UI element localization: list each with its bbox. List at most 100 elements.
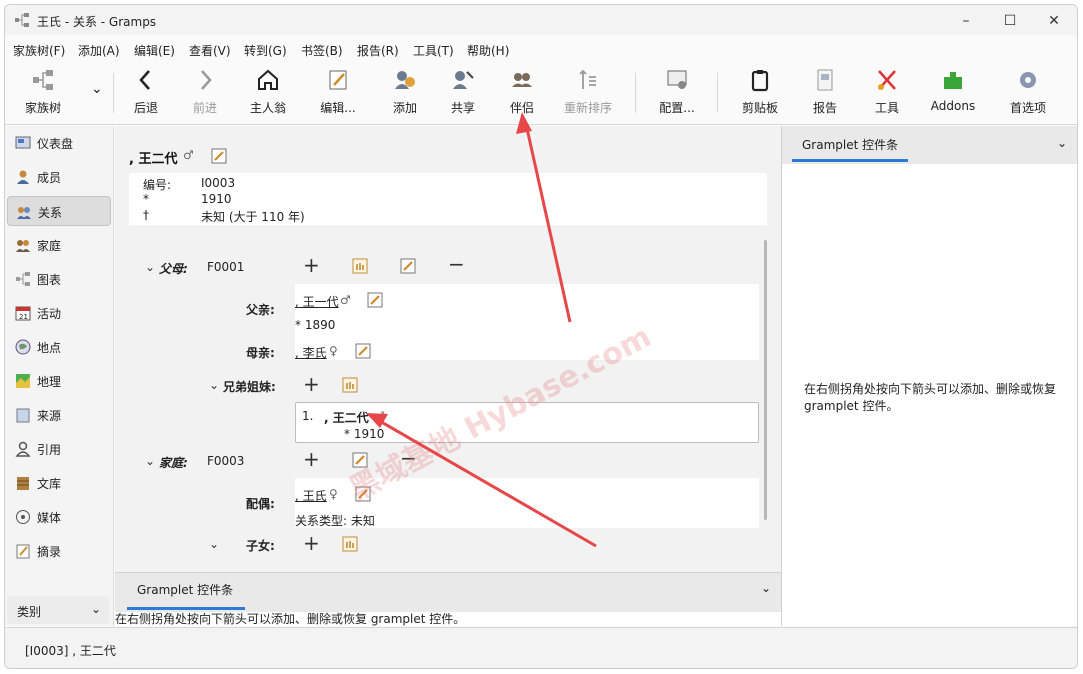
add-parents-button[interactable]: + (303, 255, 320, 275)
close-button[interactable]: ✕ (1039, 11, 1069, 31)
remove-family-button[interactable]: − (400, 448, 417, 468)
sidebar-item-notes[interactable]: 摘录 (7, 536, 111, 566)
sidebar-item-label: 活动 (37, 307, 62, 321)
gramplet-menu-chevron-icon[interactable]: ⌄ (761, 581, 771, 595)
siblings-box: 1. , 王二代 ♂ * 1910 (295, 402, 759, 443)
sidebar-item-charts[interactable]: 图表 (7, 264, 111, 294)
spouse-name-link[interactable]: , 王氏 (295, 487, 327, 504)
report-button[interactable]: 报告 (795, 67, 855, 116)
family-tree-button[interactable]: 家族树 (13, 67, 73, 116)
tools-label: 工具 (874, 101, 899, 115)
add-child-button[interactable]: + (303, 533, 320, 553)
tools-button[interactable]: 工具 (857, 67, 917, 116)
edit-person-icon[interactable] (211, 148, 227, 164)
gramplet-menu-chevron-icon[interactable]: ⌄ (1057, 136, 1067, 150)
menu-family-tree[interactable]: 家族树(F) (13, 42, 65, 59)
add-family-button[interactable]: + (303, 449, 320, 469)
sidebar-item-label: 引用 (37, 443, 62, 457)
dashboard-icon (15, 136, 31, 149)
share-button[interactable]: 共享 (433, 67, 493, 116)
sidebar-item-repositories[interactable]: 文库 (7, 468, 111, 498)
category-select[interactable]: 类别 ⌄ (7, 596, 109, 624)
partner-button[interactable]: 伴侣 (492, 67, 552, 116)
menu-goto[interactable]: 转到(G) (244, 42, 287, 59)
clipboard-button[interactable]: 剪贴板 (730, 67, 790, 116)
father-birth: * 1890 (295, 318, 336, 332)
collapse-parents-chevron-icon[interactable]: ⌄ (145, 260, 155, 274)
add-person-button[interactable]: 添加 (375, 67, 435, 116)
father-name-link[interactable]: , 王一代 (295, 293, 339, 310)
menu-bookmarks[interactable]: 书签(B) (301, 42, 343, 59)
female-gender-icon: ♀ (329, 344, 338, 358)
right-gramplet-message: 在右侧拐角处按向下箭头可以添加、删除或恢复 gramplet 控件。 (804, 382, 1057, 413)
sidebar-item-label: 仪表盘 (37, 137, 74, 151)
edit-spouse-icon[interactable] (355, 486, 371, 502)
sidebar-item-dashboard[interactable]: 仪表盘 (7, 128, 111, 158)
edit-mother-icon[interactable] (355, 343, 371, 359)
collapse-siblings-chevron-icon[interactable]: ⌄ (209, 378, 219, 392)
minimize-button[interactable]: – (951, 11, 981, 31)
sidebar-item-events[interactable]: 21 活动 (7, 298, 111, 328)
bottom-gramplet-message: 在右侧拐角处按向下箭头可以添加、删除或恢复 gramplet 控件。 (115, 612, 781, 626)
toolbar: 家族树 ⌄ 后退 前进 主人翁 编辑... 添加 共享 伴侣 重新排序 配置..… (5, 61, 1077, 125)
addons-button[interactable]: Addons (923, 67, 983, 113)
person-info-box: 编号: I0003 * 1910 † 未知 (大于 110 年) (129, 173, 767, 225)
sidebar-item-people[interactable]: 成员 (7, 162, 111, 192)
sidebar-item-media[interactable]: 媒体 (7, 502, 111, 532)
preferences-button[interactable]: 首选项 (998, 67, 1058, 116)
tab-gramplet-bar[interactable]: Gramplet 控件条 (137, 581, 233, 598)
status-bar: [I0003] , 王二代 (5, 627, 1077, 668)
mother-name-link[interactable]: , 李氏 (295, 344, 327, 361)
remove-parents-button[interactable]: − (448, 254, 465, 274)
sidebar-item-relationships[interactable]: 关系 (7, 196, 111, 226)
sibling-name[interactable]: , 王二代 (324, 409, 369, 426)
edit-parents-icon[interactable] (400, 258, 416, 274)
sidebar-item-label: 文库 (37, 477, 62, 491)
menu-edit[interactable]: 编辑(E) (134, 42, 175, 59)
menu-help[interactable]: 帮助(H) (467, 42, 509, 59)
family-tree-icon (33, 70, 53, 90)
back-button[interactable]: 后退 (116, 67, 176, 116)
sidebar-item-label: 家庭 (37, 239, 62, 253)
menu-tools[interactable]: 工具(T) (413, 42, 454, 59)
sidebar-item-geography[interactable]: 地理 (7, 366, 111, 396)
collapse-children-chevron-icon[interactable]: ⌄ (209, 537, 219, 551)
gramps-window: 王氏 - 关系 - Gramps – ☐ ✕ 家族树(F) 添加(A) 编辑(E… (4, 4, 1078, 669)
edit-label: 编辑... (320, 101, 356, 115)
sidebar-item-label: 摘录 (37, 545, 62, 559)
select-parents-hand-icon[interactable] (352, 258, 368, 274)
repositories-icon (17, 477, 29, 490)
select-sibling-hand-icon[interactable] (342, 377, 358, 393)
male-gender-icon: ♂ (374, 409, 385, 423)
edit-family-icon[interactable] (352, 452, 368, 468)
edit-father-icon[interactable] (367, 292, 383, 308)
tab-gramplet-bar[interactable]: Gramplet 控件条 (802, 136, 898, 153)
configure-button[interactable]: 配置... (647, 67, 707, 116)
select-child-hand-icon[interactable] (342, 536, 358, 552)
sidebar-item-places[interactable]: 地点 (7, 332, 111, 362)
add-sibling-button[interactable]: + (303, 374, 320, 394)
edit-button[interactable]: 编辑... (308, 67, 368, 116)
menu-add[interactable]: 添加(A) (78, 42, 120, 59)
collapse-family-chevron-icon[interactable]: ⌄ (145, 454, 155, 468)
home-button[interactable]: 主人翁 (238, 67, 298, 116)
info-key: 编号: (143, 178, 172, 192)
title-bar: 王氏 - 关系 - Gramps – ☐ ✕ (5, 5, 1077, 35)
edit-icon (329, 70, 347, 90)
bottom-gramplet-bar: Gramplet 控件条 ⌄ (115, 572, 781, 612)
vertical-scrollbar[interactable] (764, 240, 767, 520)
sidebar-item-citations[interactable]: 引用 (7, 434, 111, 464)
sidebar-item-label: 来源 (37, 409, 62, 423)
sidebar-item-sources[interactable]: 来源 (7, 400, 111, 430)
info-value: 未知 (大于 110 年) (201, 210, 305, 224)
report-label: 报告 (812, 101, 837, 115)
forward-button[interactable]: 前进 (175, 67, 235, 116)
family-tree-dropdown-chevron-icon[interactable]: ⌄ (91, 81, 103, 97)
sidebar-item-families[interactable]: 家庭 (7, 230, 111, 260)
family-label: 家庭: (159, 456, 188, 470)
add-label: 添加 (392, 101, 417, 115)
maximize-button[interactable]: ☐ (995, 11, 1025, 31)
reorder-button[interactable]: 重新排序 (558, 67, 618, 116)
menu-view[interactable]: 查看(V) (189, 42, 231, 59)
menu-reports[interactable]: 报告(R) (357, 42, 399, 59)
